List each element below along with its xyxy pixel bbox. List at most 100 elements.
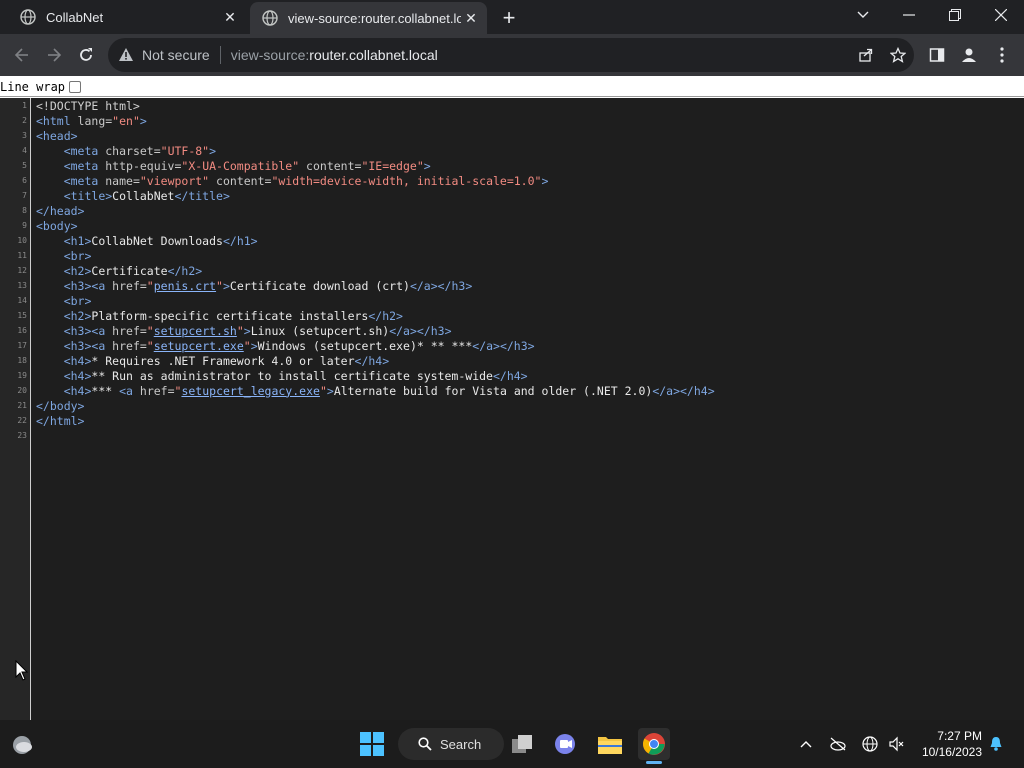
line-number: 23 — [17, 431, 27, 440]
source-token: " — [319, 383, 327, 398]
source-token: <h4> — [63, 368, 92, 383]
tab-collabnet[interactable]: CollabNet ✕ — [8, 0, 246, 34]
source-token: > — [139, 113, 147, 128]
source-line: 5 <meta http-equiv="X-UA-Compatible" con… — [0, 158, 1024, 173]
line-number: 17 — [17, 341, 27, 350]
source-token: Windows (setupcert.exe)* ** *** — [257, 338, 473, 353]
source-code: <head> — [36, 129, 78, 143]
source-token: content= — [299, 158, 362, 173]
profile-icon[interactable] — [953, 39, 985, 71]
line-number: 7 — [22, 191, 27, 200]
browser-toolbar: Not secure view-source: router.collabnet.… — [0, 34, 1024, 76]
network-globe-icon[interactable] — [860, 734, 880, 754]
source-token: "X-UA-Compatible" — [181, 158, 300, 173]
close-tab-icon[interactable]: ✕ — [461, 8, 481, 28]
restore-button[interactable] — [932, 0, 978, 30]
source-token: <meta — [63, 143, 106, 158]
page-content: Line wrap 1 <!DOCTYPE html> 2 <html lang="e… — [0, 76, 1024, 720]
source-token: lang= — [77, 113, 113, 128]
forward-button[interactable] — [38, 39, 70, 71]
minimize-button[interactable] — [886, 0, 932, 30]
close-window-button[interactable] — [978, 0, 1024, 30]
line-number: 9 — [22, 221, 27, 230]
source-token: "en" — [112, 113, 140, 128]
source-token: href= — [112, 338, 147, 353]
source-line: 19 <h4>** Run as administrator to instal… — [0, 368, 1024, 383]
warning-icon[interactable] — [118, 47, 134, 63]
source-code: <!DOCTYPE html> — [36, 99, 140, 113]
onedrive-offline-icon[interactable] — [828, 734, 848, 754]
taskbar-clock[interactable]: 7:27 PM 10/16/2023 — [908, 728, 982, 760]
tab-search-chevron-icon[interactable] — [840, 0, 886, 30]
share-icon[interactable] — [850, 39, 882, 71]
source-link[interactable]: setupcert.exe — [154, 339, 244, 353]
source-token: <h2> — [63, 308, 92, 323]
source-token: "width=device-width, initial-scale=1.0" — [271, 173, 542, 188]
source-link[interactable]: setupcert_legacy.exe — [181, 384, 319, 398]
address-bar[interactable]: Not secure view-source: router.collabnet.… — [108, 38, 914, 72]
source-code: <h1>CollabNet Downloads</h1> — [36, 234, 258, 248]
bookmark-star-icon[interactable] — [882, 39, 914, 71]
source-code: <h3><a href="penis.crt">Certificate down… — [36, 278, 473, 293]
source-code: <meta name="viewport" content="width=dev… — [36, 173, 549, 188]
source-token: <meta — [63, 158, 106, 173]
source-link[interactable]: setupcert.sh — [154, 324, 237, 338]
source-token: <h2> — [63, 263, 92, 278]
source-token: Alternate build for Vista and older (.NE… — [333, 383, 653, 398]
side-panel-icon[interactable] — [921, 39, 953, 71]
source-token: <h3><a — [63, 278, 113, 293]
source-token: http-equiv= — [105, 158, 182, 173]
reload-button[interactable] — [70, 39, 102, 71]
weather-icon[interactable] — [10, 732, 34, 756]
source-token: <h1> — [63, 233, 92, 248]
line-number: 13 — [17, 281, 27, 290]
source-token: </a></h3> — [389, 323, 452, 338]
line-wrap-checkbox[interactable] — [69, 81, 82, 93]
task-view-icon[interactable] — [506, 728, 538, 760]
source-line: 17 <h3><a href="setupcert.exe">Windows (… — [0, 338, 1024, 353]
line-number: 21 — [17, 401, 27, 410]
active-app-indicator — [646, 761, 662, 764]
menu-kebab-icon[interactable] — [986, 39, 1018, 71]
tab-title: CollabNet — [46, 9, 104, 25]
source-token: " — [236, 323, 244, 338]
new-tab-button[interactable]: + — [496, 5, 522, 31]
source-code: <meta charset="UTF-8"> — [36, 144, 216, 158]
line-number: 19 — [17, 371, 27, 380]
windows-start-icon[interactable] — [358, 730, 386, 758]
source-token: ** Run as administrator to install certi… — [91, 368, 493, 383]
tab-view-source[interactable]: view-source:router.collabnet.loca ✕ — [250, 2, 487, 34]
back-button[interactable] — [6, 39, 38, 71]
teams-chat-icon[interactable] — [549, 728, 581, 760]
line-number: 16 — [17, 326, 27, 335]
source-token: <body> — [36, 218, 78, 233]
notification-bell-icon[interactable] — [986, 734, 1006, 754]
source-token: <br> — [63, 293, 92, 308]
source-token: <h3><a — [63, 323, 113, 338]
close-tab-icon[interactable]: ✕ — [220, 7, 240, 27]
taskbar-search[interactable]: Search — [398, 728, 504, 760]
line-number: 14 — [17, 296, 27, 305]
source-token: <meta — [63, 173, 106, 188]
back-arrow-icon — [14, 48, 28, 62]
security-status-text[interactable]: Not secure — [142, 47, 210, 63]
source-token: href= — [112, 323, 147, 338]
source-code: <title>CollabNet</title> — [36, 189, 230, 203]
speaker-muted-icon[interactable] — [886, 734, 906, 754]
source-line: 13 <h3><a href="penis.crt">Certificate d… — [0, 278, 1024, 293]
source-token: Platform-specific certificate installers — [91, 308, 369, 323]
tray-chevron-up-icon[interactable] — [796, 734, 816, 754]
file-explorer-icon[interactable] — [594, 728, 626, 760]
source-code: </head> — [36, 204, 84, 218]
chrome-icon[interactable] — [638, 728, 670, 760]
globe-icon — [262, 10, 278, 26]
line-number: 4 — [22, 146, 27, 155]
line-wrap-toggle[interactable]: Line wrap — [0, 77, 82, 97]
source-line: 12 <h2>Certificate</h2> — [0, 263, 1024, 278]
source-link[interactable]: penis.crt — [154, 279, 216, 293]
source-token: "viewport" — [139, 173, 210, 188]
